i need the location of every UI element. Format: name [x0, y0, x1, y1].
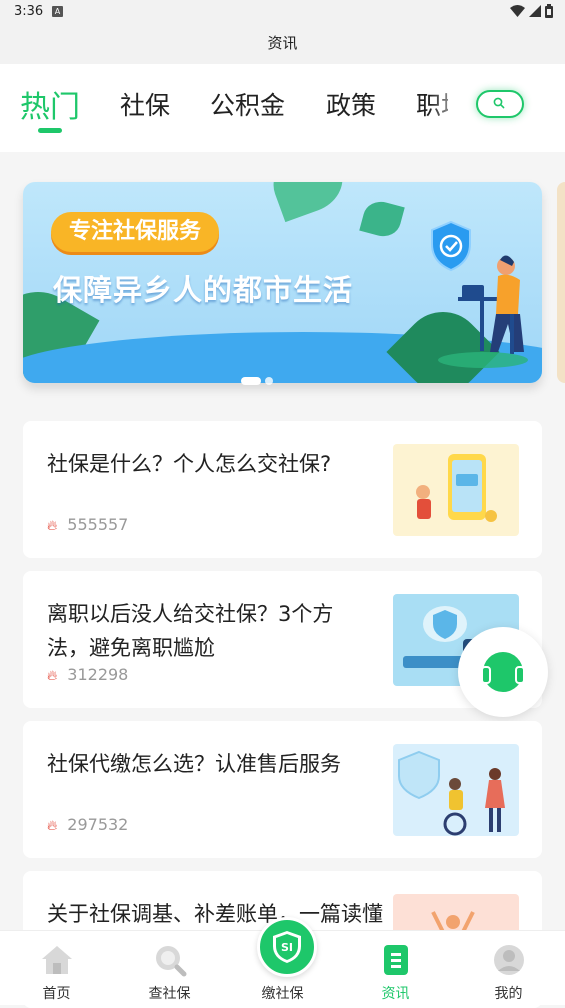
flame-icon: 🔥︎: [47, 518, 58, 534]
tabs-fade: [430, 74, 470, 144]
leaf-decoration: [264, 182, 352, 223]
nav-home[interactable]: 首页: [0, 931, 113, 1005]
home-icon: [42, 946, 72, 974]
view-count: 312298: [67, 665, 129, 684]
nav-profile[interactable]: 我的: [452, 931, 565, 1005]
leaf-decoration: [359, 197, 405, 241]
article-title: 社保代缴怎么选？认准售后服务: [47, 752, 341, 776]
profile-icon: [494, 945, 524, 975]
article-card[interactable]: 社保是什么？个人怎么交社保? 🔥︎ 555557: [23, 421, 542, 558]
next-banner-peek: [557, 182, 565, 383]
tab-policy[interactable]: 政策: [326, 86, 376, 122]
system-icons: [510, 4, 553, 18]
article-views: 🔥︎ 297532: [47, 815, 128, 834]
banner-pagination: [241, 370, 277, 389]
nav-check-social-security[interactable]: 查社保: [113, 931, 226, 1005]
article-card[interactable]: 社保代缴怎么选？认准售后服务 🔥︎ 297532: [23, 721, 542, 858]
person-at-desk-illustration: [438, 255, 528, 368]
search-icon: [156, 946, 187, 977]
article-title: 关于社保调基、补差账单，一篇读懂: [47, 902, 383, 926]
banner-slogan: 保障异乡人的都市生活: [53, 273, 354, 307]
nav-label: 我的: [494, 986, 523, 1002]
promo-banner[interactable]: 专注社保服务 保障异乡人的都市生活: [23, 182, 542, 383]
elderly-care-illustration: [393, 744, 519, 836]
search-button[interactable]: [476, 90, 524, 118]
flame-icon: 🔥︎: [47, 818, 58, 834]
si-badge-text: SI: [281, 941, 293, 954]
article-title: 社保是什么？个人怎么交社保?: [47, 452, 332, 476]
banner-tag: 专注社保服务: [51, 212, 220, 252]
search-icon: [493, 97, 505, 109]
category-tabs: 热门 社保 公积金 政策 职场: [0, 64, 565, 152]
customer-service-button[interactable]: [458, 627, 548, 717]
pagination-dot-active[interactable]: [241, 376, 261, 385]
signal-icon: [529, 5, 541, 17]
article-title: 离职以后没人给交社保？3个方法，避免离职尴尬: [47, 602, 334, 660]
wifi-icon: [510, 5, 525, 17]
nav-label: 缴社保: [261, 986, 304, 1002]
article-views: 🔥︎ 312298: [47, 665, 128, 684]
si-badge-icon: SI: [273, 931, 301, 963]
flame-icon: 🔥︎: [47, 668, 58, 684]
headset-icon: [481, 652, 525, 692]
notification-icon: A: [52, 6, 63, 17]
tab-housing-fund[interactable]: 公积金: [210, 86, 285, 122]
battery-icon: [545, 4, 553, 18]
news-icon: [384, 945, 408, 975]
view-count: 297532: [67, 815, 129, 834]
nav-label: 查社保: [148, 986, 191, 1002]
active-tab-indicator: [38, 128, 62, 133]
nav-label: 资讯: [381, 986, 410, 1002]
page-title: 资讯: [0, 24, 565, 64]
phone-wallet-illustration: [393, 444, 519, 536]
pay-social-security-button[interactable]: SI: [257, 917, 317, 977]
status-time: 3:36: [14, 4, 44, 19]
pagination-dot[interactable]: [265, 376, 273, 385]
article-views: 🔥︎ 555557: [47, 515, 128, 534]
view-count: 555557: [67, 515, 129, 534]
nav-news[interactable]: 资讯: [339, 931, 452, 1005]
tab-social-security[interactable]: 社保: [120, 86, 170, 122]
nav-label: 首页: [42, 986, 71, 1002]
tab-hot[interactable]: 热门: [20, 82, 80, 126]
status-bar: 3:36 A: [0, 0, 565, 24]
bottom-navigation: 首页 查社保 缴社保 资讯 我的 SI: [0, 917, 565, 1005]
